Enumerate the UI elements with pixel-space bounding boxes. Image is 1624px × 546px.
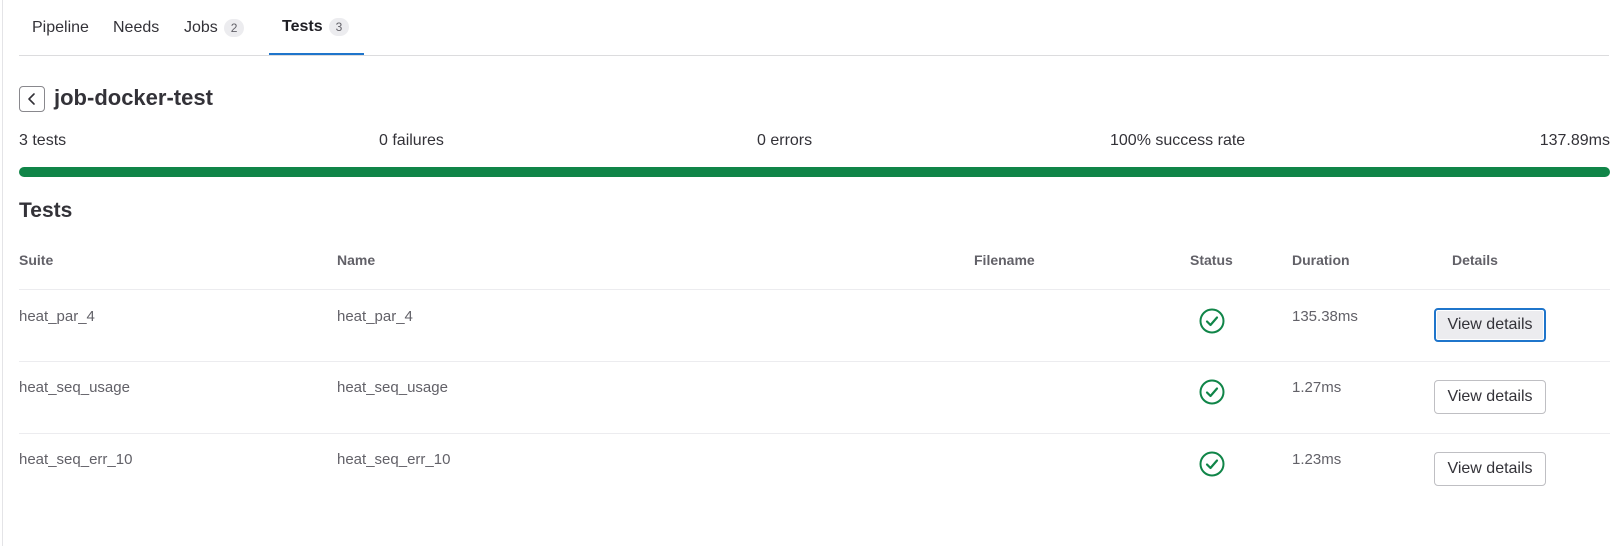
row-duration: 1.23ms (1292, 451, 1342, 468)
column-header-suite: Suite (19, 252, 54, 268)
column-header-details: Details (1452, 252, 1498, 268)
row-suite: heat_par_4 (19, 308, 95, 325)
job-title: job-docker-test (54, 85, 213, 110)
chevron-left-icon (28, 93, 35, 105)
success-progress-bar (19, 167, 1610, 177)
view-details-button[interactable]: View details (1434, 380, 1546, 414)
tab-tests[interactable]: Tests 3 (269, 0, 364, 55)
left-border (2, 0, 3, 546)
row-suite: heat_seq_usage (19, 379, 130, 396)
row-divider (19, 433, 1610, 434)
tests-section-title: Tests (19, 199, 73, 222)
view-details-button[interactable]: View details (1434, 308, 1546, 342)
row-duration: 135.38ms (1292, 308, 1358, 325)
summary-errors: 0 errors (757, 132, 813, 149)
tab-jobs-label: Jobs (184, 18, 218, 36)
check-circle-icon (1199, 308, 1225, 334)
column-header-duration: Duration (1292, 252, 1350, 268)
tab-tests-label: Tests (282, 17, 323, 35)
tab-needs[interactable]: Needs (100, 0, 172, 55)
tab-tests-count-badge: 3 (328, 17, 350, 36)
summary-duration: 137.89ms (1539, 132, 1610, 149)
column-header-name: Name (337, 252, 376, 268)
tab-needs-label: Needs (113, 18, 160, 36)
summary-tests: 3 tests (19, 132, 67, 149)
row-duration: 1.27ms (1292, 379, 1342, 396)
summary-success-rate: 100% success rate (1110, 132, 1246, 149)
column-header-filename: Filename (974, 252, 1035, 268)
summary-failures: 0 failures (379, 132, 444, 149)
row-name: heat_seq_err_10 (337, 451, 451, 468)
tab-jobs-count-badge: 2 (223, 18, 245, 37)
back-button[interactable] (19, 86, 45, 112)
tab-jobs[interactable]: Jobs 2 (171, 0, 257, 55)
check-circle-icon (1199, 451, 1225, 477)
row-name: heat_seq_usage (337, 379, 448, 396)
row-divider (19, 289, 1610, 290)
pipeline-tabs: Pipeline Needs Jobs 2 Tests 3 (19, 0, 1609, 56)
row-suite: heat_seq_err_10 (19, 451, 133, 468)
row-divider (19, 361, 1610, 362)
tab-pipeline[interactable]: Pipeline (19, 0, 102, 55)
check-circle-icon (1199, 379, 1225, 405)
pipeline-test-report: Pipeline Needs Jobs 2 Tests 3 job-docker… (0, 0, 1624, 546)
tab-pipeline-label: Pipeline (32, 18, 89, 36)
column-header-status: Status (1190, 252, 1233, 268)
view-details-button[interactable]: View details (1434, 452, 1546, 486)
row-name: heat_par_4 (337, 308, 413, 325)
